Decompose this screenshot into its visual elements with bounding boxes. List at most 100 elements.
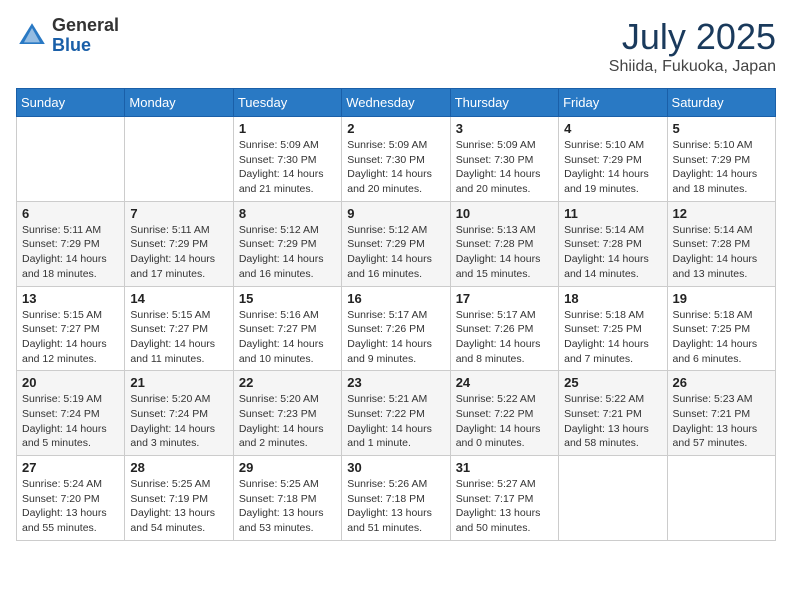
day-info: Sunrise: 5:14 AM Sunset: 7:28 PM Dayligh…	[564, 223, 661, 282]
calendar-header-monday: Monday	[125, 89, 233, 117]
day-number: 13	[22, 291, 119, 306]
day-info: Sunrise: 5:22 AM Sunset: 7:22 PM Dayligh…	[456, 392, 553, 451]
calendar-cell	[667, 456, 775, 541]
day-number: 2	[347, 121, 444, 136]
day-info: Sunrise: 5:20 AM Sunset: 7:24 PM Dayligh…	[130, 392, 227, 451]
day-number: 12	[673, 206, 770, 221]
calendar-cell: 27Sunrise: 5:24 AM Sunset: 7:20 PM Dayli…	[17, 456, 125, 541]
day-number: 25	[564, 375, 661, 390]
calendar-cell: 10Sunrise: 5:13 AM Sunset: 7:28 PM Dayli…	[450, 201, 558, 286]
day-info: Sunrise: 5:19 AM Sunset: 7:24 PM Dayligh…	[22, 392, 119, 451]
calendar-header-thursday: Thursday	[450, 89, 558, 117]
day-number: 29	[239, 460, 336, 475]
day-number: 1	[239, 121, 336, 136]
day-number: 22	[239, 375, 336, 390]
calendar-cell: 24 Sunrise: 5:22 AM Sunset: 7:22 PM Dayli…	[450, 371, 558, 456]
calendar-cell: 7 Sunrise: 5:11 AM Sunset: 7:29 PM Daylig…	[125, 201, 233, 286]
day-info: Sunrise: 5:09 AM Sunset: 7:30 PM Dayligh…	[347, 138, 444, 197]
logo-blue: Blue	[52, 36, 119, 56]
logo: General Blue	[16, 16, 119, 56]
day-number: 31	[456, 460, 553, 475]
page-header: General Blue July 2025 Shiida, Fukuoka, …	[16, 16, 776, 76]
day-number: 24	[456, 375, 553, 390]
day-info: Sunrise: 5:17 AM Sunset: 7:26 PM Dayligh…	[347, 308, 444, 367]
calendar-header-saturday: Saturday	[667, 89, 775, 117]
calendar-header-wednesday: Wednesday	[342, 89, 450, 117]
day-number: 16	[347, 291, 444, 306]
day-info: Sunrise: 5:10 AM Sunset: 7:29 PM Dayligh…	[564, 138, 661, 197]
day-info: Sunrise: 5:18 AM Sunset: 7:25 PM Dayligh…	[564, 308, 661, 367]
calendar-cell: 23 Sunrise: 5:21 AM Sunset: 7:22 PM Dayli…	[342, 371, 450, 456]
logo-general: General	[52, 16, 119, 36]
day-number: 27	[22, 460, 119, 475]
day-info: Sunrise: 5:25 AM Sunset: 7:18 PM Dayligh…	[239, 477, 336, 536]
calendar-cell	[125, 117, 233, 202]
day-number: 3	[456, 121, 553, 136]
calendar-cell: 17 Sunrise: 5:17 AM Sunset: 7:26 PM Dayli…	[450, 286, 558, 371]
day-number: 26	[673, 375, 770, 390]
day-info: Sunrise: 5:26 AM Sunset: 7:18 PM Dayligh…	[347, 477, 444, 536]
day-info: Sunrise: 5:14 AM Sunset: 7:28 PM Dayligh…	[673, 223, 770, 282]
day-info: Sunrise: 5:21 AM Sunset: 7:22 PM Dayligh…	[347, 392, 444, 451]
calendar-cell: 8Sunrise: 5:12 AM Sunset: 7:29 PM Daylig…	[233, 201, 341, 286]
day-number: 28	[130, 460, 227, 475]
day-number: 17	[456, 291, 553, 306]
logo-text: General Blue	[52, 16, 119, 56]
day-info: Sunrise: 5:10 AM Sunset: 7:29 PM Dayligh…	[673, 138, 770, 197]
day-number: 5	[673, 121, 770, 136]
day-number: 11	[564, 206, 661, 221]
calendar-header-friday: Friday	[559, 89, 667, 117]
calendar-table: SundayMondayTuesdayWednesdayThursdayFrid…	[16, 88, 776, 541]
day-info: Sunrise: 5:20 AM Sunset: 7:23 PM Dayligh…	[239, 392, 336, 451]
calendar-cell: 9Sunrise: 5:12 AM Sunset: 7:29 PM Daylig…	[342, 201, 450, 286]
calendar-cell	[17, 117, 125, 202]
calendar-cell: 2 Sunrise: 5:09 AM Sunset: 7:30 PM Daylig…	[342, 117, 450, 202]
calendar-cell	[559, 456, 667, 541]
calendar-week-row: 1 Sunrise: 5:09 AM Sunset: 7:30 PM Daylig…	[17, 117, 776, 202]
calendar-cell: 15Sunrise: 5:16 AM Sunset: 7:27 PM Dayli…	[233, 286, 341, 371]
calendar-cell: 26 Sunrise: 5:23 AM Sunset: 7:21 PM Dayli…	[667, 371, 775, 456]
calendar-week-row: 27Sunrise: 5:24 AM Sunset: 7:20 PM Dayli…	[17, 456, 776, 541]
day-number: 6	[22, 206, 119, 221]
calendar-header-tuesday: Tuesday	[233, 89, 341, 117]
day-number: 18	[564, 291, 661, 306]
day-info: Sunrise: 5:11 AM Sunset: 7:29 PM Dayligh…	[22, 223, 119, 282]
calendar-cell: 5 Sunrise: 5:10 AM Sunset: 7:29 PM Daylig…	[667, 117, 775, 202]
calendar-header-row: SundayMondayTuesdayWednesdayThursdayFrid…	[17, 89, 776, 117]
day-number: 8	[239, 206, 336, 221]
calendar-cell: 19Sunrise: 5:18 AM Sunset: 7:25 PM Dayli…	[667, 286, 775, 371]
calendar-week-row: 13 Sunrise: 5:15 AM Sunset: 7:27 PM Dayli…	[17, 286, 776, 371]
day-info: Sunrise: 5:22 AM Sunset: 7:21 PM Dayligh…	[564, 392, 661, 451]
calendar-cell: 1 Sunrise: 5:09 AM Sunset: 7:30 PM Daylig…	[233, 117, 341, 202]
calendar-header-sunday: Sunday	[17, 89, 125, 117]
calendar-week-row: 6 Sunrise: 5:11 AM Sunset: 7:29 PM Daylig…	[17, 201, 776, 286]
day-number: 14	[130, 291, 227, 306]
calendar-cell: 3 Sunrise: 5:09 AM Sunset: 7:30 PM Daylig…	[450, 117, 558, 202]
day-info: Sunrise: 5:18 AM Sunset: 7:25 PM Dayligh…	[673, 308, 770, 367]
calendar-cell: 30Sunrise: 5:26 AM Sunset: 7:18 PM Dayli…	[342, 456, 450, 541]
calendar-cell: 29 Sunrise: 5:25 AM Sunset: 7:18 PM Dayli…	[233, 456, 341, 541]
day-info: Sunrise: 5:17 AM Sunset: 7:26 PM Dayligh…	[456, 308, 553, 367]
day-number: 23	[347, 375, 444, 390]
calendar-cell: 20Sunrise: 5:19 AM Sunset: 7:24 PM Dayli…	[17, 371, 125, 456]
day-info: Sunrise: 5:09 AM Sunset: 7:30 PM Dayligh…	[456, 138, 553, 197]
calendar-cell: 22 Sunrise: 5:20 AM Sunset: 7:23 PM Dayli…	[233, 371, 341, 456]
day-info: Sunrise: 5:11 AM Sunset: 7:29 PM Dayligh…	[130, 223, 227, 282]
calendar-cell: 28Sunrise: 5:25 AM Sunset: 7:19 PM Dayli…	[125, 456, 233, 541]
day-info: Sunrise: 5:23 AM Sunset: 7:21 PM Dayligh…	[673, 392, 770, 451]
day-number: 21	[130, 375, 227, 390]
calendar-cell: 21 Sunrise: 5:20 AM Sunset: 7:24 PM Dayli…	[125, 371, 233, 456]
month-title: July 2025	[609, 16, 776, 58]
day-number: 7	[130, 206, 227, 221]
calendar-cell: 6 Sunrise: 5:11 AM Sunset: 7:29 PM Daylig…	[17, 201, 125, 286]
day-info: Sunrise: 5:15 AM Sunset: 7:27 PM Dayligh…	[130, 308, 227, 367]
calendar-cell: 12 Sunrise: 5:14 AM Sunset: 7:28 PM Dayli…	[667, 201, 775, 286]
calendar-cell: 31 Sunrise: 5:27 AM Sunset: 7:17 PM Dayli…	[450, 456, 558, 541]
calendar-cell: 16 Sunrise: 5:17 AM Sunset: 7:26 PM Dayli…	[342, 286, 450, 371]
location-title: Shiida, Fukuoka, Japan	[609, 58, 776, 76]
day-info: Sunrise: 5:09 AM Sunset: 7:30 PM Dayligh…	[239, 138, 336, 197]
day-info: Sunrise: 5:27 AM Sunset: 7:17 PM Dayligh…	[456, 477, 553, 536]
day-number: 10	[456, 206, 553, 221]
calendar-cell: 4Sunrise: 5:10 AM Sunset: 7:29 PM Daylig…	[559, 117, 667, 202]
calendar-week-row: 20Sunrise: 5:19 AM Sunset: 7:24 PM Dayli…	[17, 371, 776, 456]
